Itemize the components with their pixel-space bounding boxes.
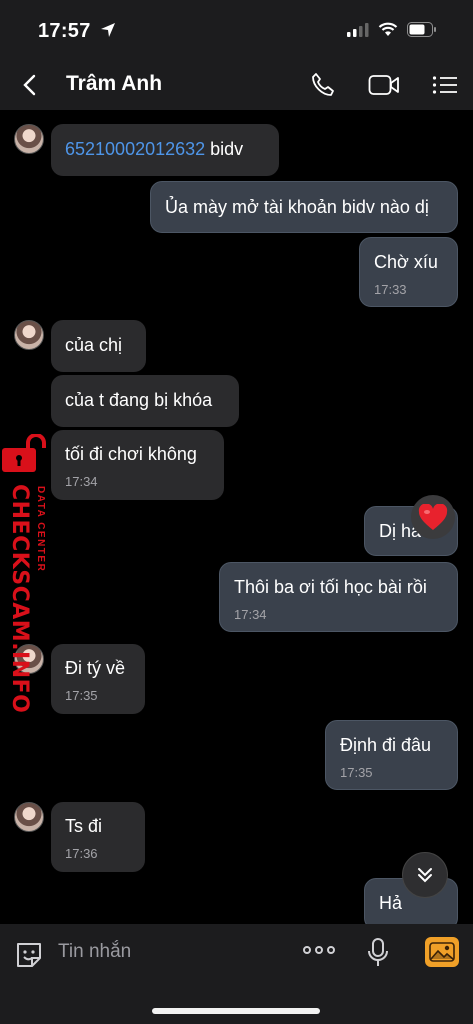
list-menu-icon[interactable] <box>428 70 462 100</box>
message-bubble-outgoing[interactable]: Thôi ba ơi tối học bài rồi 17:34 <box>219 562 458 632</box>
cellular-signal-icon <box>347 22 369 42</box>
watermark-subtext: DATA CENTER <box>35 486 46 573</box>
message-text: của t đang bị khóa <box>65 390 213 410</box>
avatar[interactable] <box>14 802 44 832</box>
message-text: tối đi chơi không <box>65 444 197 464</box>
battery-icon <box>407 22 437 42</box>
message-bubble-outgoing[interactable]: Định đi đâu 17:35 <box>325 720 458 790</box>
watermark-text: CHECKSCAM.INFO <box>7 484 32 714</box>
location-arrow-icon <box>100 22 116 43</box>
message-bubble-incoming[interactable]: của chị <box>51 320 146 372</box>
avatar[interactable] <box>14 124 44 154</box>
message-text: Hả <box>379 893 403 913</box>
back-chevron-icon[interactable] <box>14 70 44 100</box>
message-bubble-outgoing[interactable]: Ủa mày mở tài khoản bidv nào dị <box>150 181 458 233</box>
sticker-icon[interactable] <box>14 940 44 975</box>
scroll-to-bottom-button[interactable] <box>402 852 448 898</box>
message-time: 17:33 <box>374 282 407 297</box>
more-dots-icon[interactable] <box>303 946 335 954</box>
heart-icon[interactable] <box>411 495 455 539</box>
message-text: Ủa mày mở tài khoản bidv nào dị <box>165 197 429 217</box>
message-input-bar: Tin nhắn <box>0 924 473 1024</box>
status-bar: 17:57 <box>0 0 473 62</box>
message-text: Chờ xíu <box>374 252 438 272</box>
double-chevron-down-icon <box>418 868 432 883</box>
wifi-icon <box>378 22 398 42</box>
message-bubble-incoming[interactable]: Đi tý về 17:35 <box>51 644 145 714</box>
contact-name[interactable]: Trâm Anh <box>66 72 162 96</box>
message-bubble-incoming[interactable]: Ts đi 17:36 <box>51 802 145 872</box>
message-text: Ts đi <box>65 816 103 836</box>
message-bubble-incoming[interactable]: của t đang bị khóa <box>51 375 239 427</box>
microphone-icon[interactable] <box>366 938 390 973</box>
watermark: CHECKSCAM.INFO DATA CENTER <box>2 434 54 714</box>
message-text: Định đi đâu <box>340 735 432 755</box>
message-bubble-outgoing[interactable]: Chờ xíu 17:33 <box>359 237 458 307</box>
message-input[interactable]: Tin nhắn <box>58 941 131 963</box>
message-time: 17:35 <box>65 688 98 703</box>
padlock-icon <box>2 434 46 472</box>
message-text: của chị <box>65 335 123 355</box>
avatar[interactable] <box>14 320 44 350</box>
message-text: Đi tý về <box>65 658 126 678</box>
account-number-link[interactable]: 65210002012632 <box>65 139 205 159</box>
message-text: Thôi ba ơi tối học bài rồi <box>234 577 427 597</box>
message-time: 17:34 <box>65 474 98 489</box>
message-time: 17:34 <box>234 607 267 622</box>
message-time: 17:36 <box>65 846 98 861</box>
message-text: bidv <box>205 139 244 159</box>
message-bubble-incoming[interactable]: 65210002012632 bidv <box>51 124 279 176</box>
photo-icon[interactable] <box>425 937 459 967</box>
message-time: 17:35 <box>340 765 373 780</box>
home-indicator <box>152 1008 320 1014</box>
chat-thread[interactable]: 65210002012632 bidv Ủa mày mở tài khoản … <box>0 110 473 924</box>
message-bubble-incoming[interactable]: tối đi chơi không 17:34 <box>51 430 224 500</box>
phone-icon[interactable] <box>306 70 340 100</box>
video-camera-icon[interactable] <box>367 70 401 100</box>
status-icons <box>347 22 437 42</box>
status-time: 17:57 <box>38 20 91 42</box>
chat-header: Trâm Anh <box>0 62 473 110</box>
